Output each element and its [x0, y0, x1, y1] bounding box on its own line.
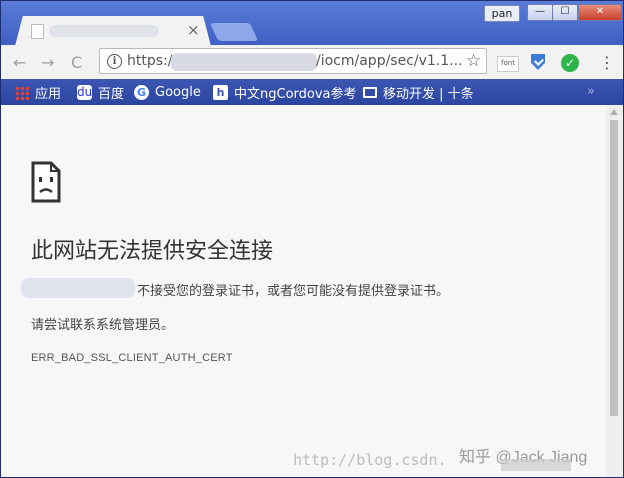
cordova-h-icon: h	[213, 85, 228, 100]
error-code: ERR_BAD_SSL_CLIENT_AUTH_CERT	[31, 352, 233, 364]
bookmark-cordova[interactable]: h 中文ngCordova参考	[213, 84, 357, 102]
tab-title-redacted	[49, 25, 159, 37]
watermark-url: http://blog.csdn.	[293, 451, 447, 469]
google-icon: G	[134, 85, 149, 100]
bookmark-label: 移动开发 | 十条	[383, 87, 474, 102]
bookmark-label: 应用	[35, 87, 62, 102]
error-description: 不接受您的登录证书，或者您可能没有提供登录证书。	[137, 284, 450, 299]
scrollbar-thumb[interactable]	[610, 120, 618, 416]
baidu-paw-icon: du	[77, 85, 93, 100]
bookmarks-bar: 应用 du 百度 G Google h 中文ngCordova参考 移动开发 |…	[1, 79, 623, 105]
watermark-stamp	[501, 459, 571, 471]
minimize-button[interactable]: —	[527, 4, 553, 21]
check-extension-icon[interactable]: ✓	[561, 54, 579, 72]
forward-arrow-icon[interactable]: →	[41, 53, 54, 72]
apps-grid-icon	[15, 85, 29, 100]
sad-document-icon	[31, 161, 61, 203]
monitor-icon	[363, 87, 377, 98]
reload-icon[interactable]: C	[71, 53, 82, 72]
error-title: 此网站无法提供安全连接	[31, 239, 274, 264]
toolbar: ← → C i https:// /iocm/app/sec/v1.1... ☆…	[1, 45, 623, 79]
bookmark-google[interactable]: G Google	[134, 84, 201, 101]
browser-tab[interactable]: ×	[15, 16, 211, 46]
tab-close-icon[interactable]: ×	[187, 21, 200, 39]
shield-extension-icon[interactable]	[531, 54, 545, 70]
address-bar[interactable]: i https:// /iocm/app/sec/v1.1... ☆	[99, 48, 487, 74]
bookmarks-overflow-icon[interactable]: »	[587, 83, 595, 100]
back-arrow-icon[interactable]: ←	[13, 53, 26, 72]
url-path: /iocm/app/sec/v1.1...	[316, 53, 463, 69]
font-extension-icon[interactable]: font	[497, 56, 519, 72]
profile-button[interactable]: pan	[484, 5, 520, 22]
new-tab-button[interactable]	[209, 23, 259, 41]
bookmark-label: Google	[155, 85, 201, 100]
bookmark-apps[interactable]: 应用	[15, 84, 62, 102]
bookmark-label: 百度	[98, 87, 125, 102]
bookmark-label: 中文ngCordova参考	[234, 87, 357, 102]
bookmark-star-icon[interactable]: ☆	[466, 51, 481, 71]
vertical-scrollbar[interactable]	[606, 105, 623, 477]
url-scheme: https://	[127, 53, 178, 69]
page-content: 此网站无法提供安全连接 不接受您的登录证书，或者您可能没有提供登录证书。 请尝试…	[1, 105, 623, 477]
bookmark-mobile-dev[interactable]: 移动开发 | 十条	[363, 84, 474, 102]
maximize-button[interactable]: ☐	[552, 4, 578, 21]
scroll-up-arrow-icon[interactable]	[610, 109, 618, 115]
url-host-redacted	[171, 53, 317, 71]
close-window-button[interactable]: ✕	[578, 4, 622, 21]
browser-window: × pan — ☐ ✕ ← → C i https:// /iocm/app/s…	[0, 0, 624, 478]
page-favicon-icon	[31, 24, 44, 39]
menu-icon[interactable]: ⋮	[599, 53, 615, 72]
site-info-icon[interactable]: i	[107, 54, 122, 69]
hostname-redacted	[21, 278, 135, 298]
bookmark-baidu[interactable]: du 百度	[77, 84, 125, 102]
admin-hint: 请尝试联系系统管理员。	[31, 318, 175, 333]
title-bar: × pan — ☐ ✕	[1, 1, 623, 46]
